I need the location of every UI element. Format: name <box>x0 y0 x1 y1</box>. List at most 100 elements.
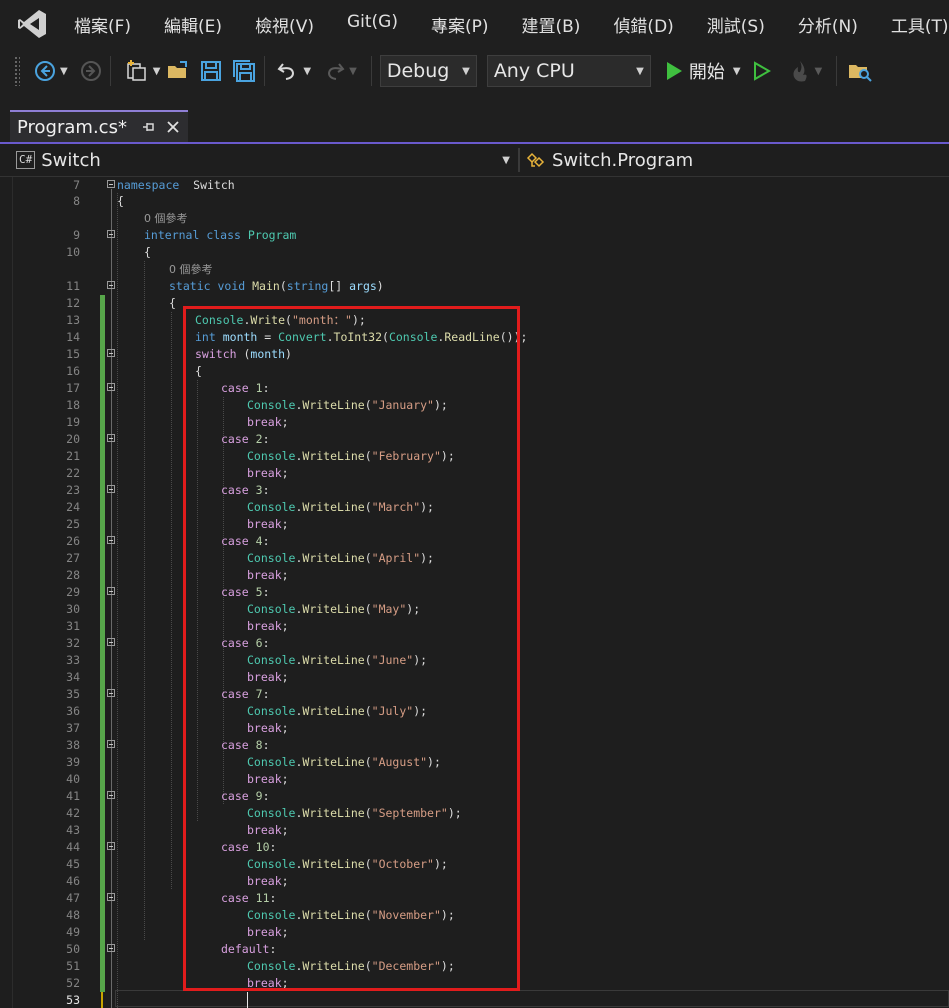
navigation-bar: C# Switch ▼ Switch.Program <box>0 144 949 177</box>
collapse-icon[interactable] <box>107 230 115 238</box>
line-number: 9 <box>73 228 80 242</box>
change-indicator <box>100 805 105 822</box>
line-number: 40 <box>66 772 80 786</box>
forward-icon[interactable] <box>80 56 102 86</box>
document-tab-strip: Program.cs* <box>0 94 949 144</box>
start-dropdown-icon[interactable]: ▼ <box>733 66 741 77</box>
line-number: 43 <box>66 823 80 837</box>
code-line: 8{ <box>0 193 949 210</box>
line-number: 35 <box>66 687 80 701</box>
start-button[interactable]: 開始 <box>665 56 725 86</box>
line-number: 17 <box>66 381 80 395</box>
chevron-down-icon: ▼ <box>502 154 510 166</box>
redo-icon[interactable] <box>323 56 345 86</box>
change-indicator <box>100 329 105 346</box>
open-folder-icon[interactable] <box>166 56 190 86</box>
undo-icon[interactable] <box>277 56 299 86</box>
code-token: ) <box>376 279 384 293</box>
line-number: 28 <box>66 568 80 582</box>
highlight-box <box>183 306 520 991</box>
undo-dropdown-icon[interactable]: ▼ <box>303 66 311 77</box>
menu-item[interactable]: Git(G) <box>330 12 414 37</box>
line-number: 50 <box>66 942 80 956</box>
tab-program-cs[interactable]: Program.cs* <box>10 110 188 142</box>
menu-item[interactable]: 偵錯(D) <box>596 12 689 37</box>
toolbar-separator <box>109 56 111 86</box>
change-indicator <box>100 958 105 975</box>
start-without-debugging-icon[interactable] <box>753 56 771 86</box>
code-token: class <box>206 228 241 242</box>
collapse-icon[interactable] <box>107 587 115 595</box>
type-name: Switch.Program <box>552 149 694 171</box>
collapse-icon[interactable] <box>107 893 115 901</box>
references-codelens[interactable]: 0 個參考 <box>144 210 188 227</box>
solution-configuration-select[interactable]: Debug ▼ <box>379 55 477 87</box>
code-editor[interactable]: 0 個參考 0 個參考 7 namespace Switch 8{9 internal c… <box>0 177 949 1008</box>
line-number: 25 <box>66 517 80 531</box>
collapse-icon[interactable] <box>107 349 115 357</box>
menu-item[interactable]: 測試(S) <box>690 12 781 37</box>
pin-icon[interactable] <box>139 117 159 137</box>
change-indicator <box>100 839 105 856</box>
line-number: 23 <box>66 483 80 497</box>
new-project-dropdown-icon[interactable]: ▼ <box>153 66 161 77</box>
collapse-icon[interactable] <box>107 485 115 493</box>
change-indicator <box>100 465 105 482</box>
collapse-icon[interactable] <box>107 944 115 952</box>
collapse-icon[interactable] <box>107 180 115 188</box>
collapse-icon[interactable] <box>107 842 115 850</box>
menu-item[interactable]: 檢視(V) <box>238 12 330 37</box>
toolbar-grip[interactable] <box>14 56 20 86</box>
collapse-icon[interactable] <box>107 740 115 748</box>
collapse-icon[interactable] <box>107 383 115 391</box>
change-indicator <box>100 397 105 414</box>
back-icon[interactable] <box>34 56 56 86</box>
solution-configuration-value: Debug <box>386 60 450 82</box>
save-all-icon[interactable] <box>232 56 256 86</box>
menu-item[interactable]: 分析(N) <box>781 12 874 37</box>
code-text: { <box>169 295 176 312</box>
type-dropdown[interactable]: Switch.Program <box>526 147 693 173</box>
back-dropdown-icon[interactable]: ▼ <box>60 66 68 77</box>
code-token: Program <box>247 228 297 242</box>
close-icon[interactable] <box>163 117 183 137</box>
line-number: 10 <box>66 245 80 259</box>
collapse-icon[interactable] <box>107 434 115 442</box>
references-codelens[interactable]: 0 個參考 <box>169 261 213 278</box>
menu-item[interactable]: 專案(P) <box>414 12 505 37</box>
change-indicator <box>100 907 105 924</box>
solution-explorer-icon[interactable] <box>847 56 873 86</box>
code-token: string <box>286 279 329 293</box>
collapse-icon[interactable] <box>107 281 115 289</box>
line-number: 24 <box>66 500 80 514</box>
redo-dropdown-icon[interactable]: ▼ <box>349 66 357 77</box>
collapse-icon[interactable] <box>107 689 115 697</box>
change-indicator <box>100 941 105 958</box>
visual-studio-logo-icon[interactable] <box>15 7 49 41</box>
line-number: 33 <box>66 653 80 667</box>
project-dropdown[interactable]: C# Switch ▼ <box>12 147 516 173</box>
new-project-icon[interactable] <box>125 56 149 86</box>
change-indicator <box>100 312 105 329</box>
solution-platform-select[interactable]: Any CPU ▼ <box>486 55 651 87</box>
collapse-icon[interactable] <box>107 638 115 646</box>
change-indicator <box>100 499 105 516</box>
line-number: 52 <box>66 976 80 990</box>
change-indicator <box>100 567 105 584</box>
line-number: 16 <box>66 364 80 378</box>
menu-item[interactable]: 工具(T) <box>874 12 949 37</box>
hot-reload-dropdown-icon[interactable]: ▼ <box>815 66 823 77</box>
line-number: 48 <box>66 908 80 922</box>
collapse-icon[interactable] <box>107 791 115 799</box>
menu-item[interactable]: 檔案(F) <box>57 12 147 37</box>
change-indicator <box>100 635 105 652</box>
collapse-icon[interactable] <box>107 536 115 544</box>
hot-reload-icon[interactable] <box>789 56 811 86</box>
save-icon[interactable] <box>200 56 222 86</box>
menu-item[interactable]: 建置(B) <box>505 12 597 37</box>
change-indicator <box>100 550 105 567</box>
menu-item[interactable]: 編輯(E) <box>147 12 238 37</box>
line-number: 53 <box>66 993 80 1007</box>
change-indicator <box>100 601 105 618</box>
